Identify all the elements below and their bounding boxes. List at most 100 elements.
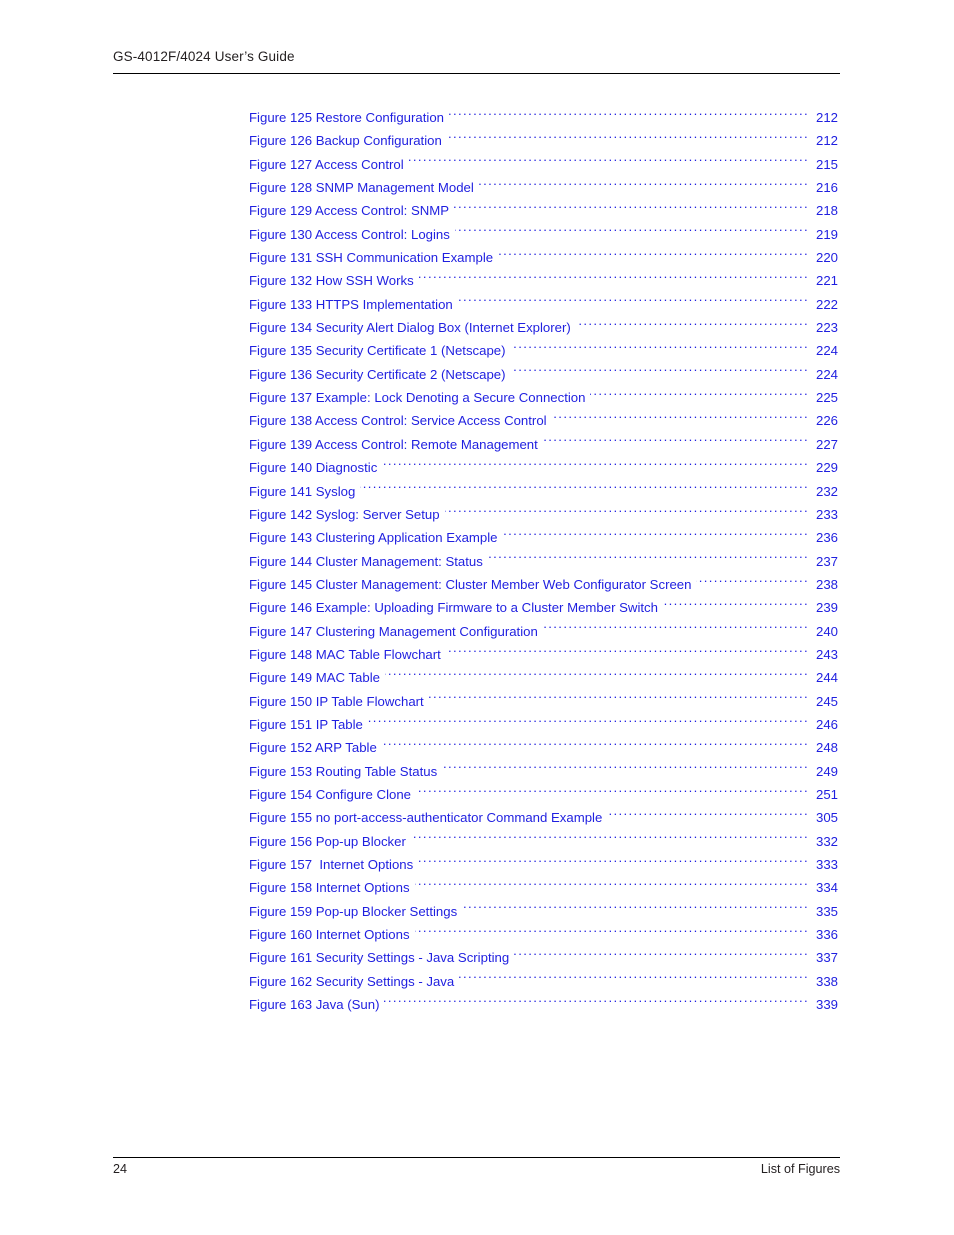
list-of-figures-entry[interactable]: Figure 153 Routing Table Status 249 [249,760,838,783]
list-of-figures-entry[interactable]: Figure 145 Cluster Management: Cluster M… [249,573,838,596]
list-of-figures-entry[interactable]: Figure 136 Security Certificate 2 (Netsc… [249,363,838,386]
figure-page-number: 223 [815,320,838,336]
figure-page-number: 338 [815,973,838,989]
dot-leader [459,973,809,986]
figure-page-number: 336 [815,927,838,943]
figure-caption-label: Figure 139 Access Control: Remote Manage… [249,436,538,452]
list-of-figures-entry[interactable]: Figure 126 Backup Configuration 212 [249,129,838,152]
figure-caption-label: Figure 135 Security Certificate 1 (Netsc… [249,343,506,359]
figure-page-number: 219 [815,226,838,242]
list-of-figures-entry[interactable]: Figure 132 How SSH Works 221 [249,269,838,292]
figure-page-number: 246 [815,716,838,732]
dot-leader [543,622,809,635]
figure-page-number: 249 [815,763,838,779]
list-of-figures-entry[interactable]: Figure 128 SNMP Management Model 216 [249,176,838,199]
list-of-figures-entry[interactable]: Figure 137 Example: Lock Denoting a Secu… [249,386,838,409]
dot-leader [446,646,809,659]
list-of-figures-entry[interactable]: Figure 139 Access Control: Remote Manage… [249,433,838,456]
figure-caption-label: Figure 127 Access Control [249,156,404,172]
dot-leader [576,319,809,332]
figure-caption-label: Figure 144 Cluster Management: Status [249,553,483,569]
figure-page-number: 233 [815,506,838,522]
figure-caption-label: Figure 128 SNMP Management Model [249,180,474,196]
figure-caption-label: Figure 150 IP Table Flowchart [249,693,424,709]
dot-leader [449,109,809,122]
dot-leader [368,716,809,729]
dot-leader [590,389,809,402]
list-of-figures-entry[interactable]: Figure 150 IP Table Flowchart 245 [249,690,838,713]
dot-leader [462,903,809,916]
figure-caption-label: Figure 158 Internet Options [249,880,410,896]
header-divider [113,73,840,74]
list-of-figures: Figure 125 Restore Configuration212Figur… [249,106,838,1016]
figure-page-number: 251 [815,786,838,802]
dot-leader [696,576,809,589]
figure-page-number: 337 [815,950,838,966]
dot-leader [503,529,809,542]
figure-caption-label: Figure 145 Cluster Management: Cluster M… [249,576,692,592]
figure-page-number: 212 [815,110,838,125]
list-of-figures-entry[interactable]: Figure 157 Internet Options 333 [249,853,838,876]
list-of-figures-entry[interactable]: Figure 154 Configure Clone 251 [249,783,838,806]
dot-leader [445,506,809,519]
footer-divider [113,1157,840,1158]
list-of-figures-entry[interactable]: Figure 129 Access Control: SNMP 218 [249,199,838,222]
figure-caption-label: Figure 133 HTTPS Implementation [249,296,453,312]
list-of-figures-entry[interactable]: Figure 155 no port-access-authenticator … [249,806,838,829]
figure-page-number: 335 [815,903,838,919]
list-of-figures-entry[interactable]: Figure 138 Access Control: Service Acces… [249,409,838,432]
list-of-figures-entry[interactable]: Figure 156 Pop-up Blocker 332 [249,830,838,853]
figure-page-number: 238 [815,576,838,592]
list-of-figures-entry[interactable]: Figure 134 Security Alert Dialog Box (In… [249,316,838,339]
figure-page-number: 212 [815,133,838,149]
figure-caption-label: Figure 153 Routing Table Status [249,763,438,779]
figure-page-number: 236 [815,530,838,546]
figure-caption-label: Figure 154 Configure Clone [249,786,412,802]
dot-leader [447,132,809,145]
figure-page-number: 227 [815,436,838,452]
list-of-figures-entry[interactable]: Figure 147 Clustering Management Configu… [249,620,838,643]
figure-caption-label: Figure 138 Access Control: Service Acces… [249,413,547,429]
figure-page-number: 332 [815,833,838,849]
figure-page-number: 243 [815,646,838,662]
footer-page-number: 24 [113,1162,128,1176]
list-of-figures-entry[interactable]: Figure 141 Syslog 232 [249,480,838,503]
list-of-figures-entry[interactable]: Figure 162 Security Settings - Java 338 [249,970,838,993]
running-footer: 24 List of Figures [113,1162,840,1176]
figure-caption-label: Figure 162 Security Settings - Java [249,973,455,989]
figure-page-number: 339 [815,997,838,1013]
figure-caption-label: Figure 137 Example: Lock Denoting a Secu… [249,390,586,406]
list-of-figures-entry[interactable]: Figure 140 Diagnostic 229 [249,456,838,479]
list-of-figures-entry[interactable]: Figure 148 MAC Table Flowchart 243 [249,643,838,666]
list-of-figures-entry[interactable]: Figure 127 Access Control 215 [249,153,838,176]
figure-caption-label: Figure 148 MAC Table Flowchart [249,646,441,662]
list-of-figures-entry[interactable]: Figure 143 Clustering Application Exampl… [249,526,838,549]
list-of-figures-entry[interactable]: Figure 163 Java (Sun) 339 [249,993,838,1016]
list-of-figures-entry[interactable]: Figure 131 SSH Communication Example 220 [249,246,838,269]
list-of-figures-entry[interactable]: Figure 146 Example: Uploading Firmware t… [249,596,838,619]
list-of-figures-entry[interactable]: Figure 151 IP Table 246 [249,713,838,736]
list-of-figures-entry[interactable]: Figure 152 ARP Table 248 [249,736,838,759]
list-of-figures-entry[interactable]: Figure 130 Access Control: Logins 219 [249,223,838,246]
list-of-figures-entry[interactable]: Figure 133 HTTPS Implementation 222 [249,293,838,316]
dot-leader [382,459,809,472]
figure-page-number: 237 [815,553,838,569]
list-of-figures-entry[interactable]: Figure 160 Internet Options 336 [249,923,838,946]
list-of-figures-entry[interactable]: Figure 161 Security Settings - Java Scri… [249,946,838,969]
list-of-figures-entry[interactable]: Figure 142 Syslog: Server Setup 233 [249,503,838,526]
figure-page-number: 244 [815,670,838,686]
figure-caption-label: Figure 130 Access Control: Logins [249,226,450,242]
figure-page-number: 216 [815,180,838,196]
list-of-figures-entry[interactable]: Figure 125 Restore Configuration 212 [249,106,838,129]
figure-caption-label: Figure 151 IP Table [249,716,363,732]
dot-leader [455,226,809,239]
list-of-figures-entry[interactable]: Figure 159 Pop-up Blocker Settings 335 [249,900,838,923]
dot-leader [418,856,809,869]
dot-leader [415,926,809,939]
list-of-figures-entry[interactable]: Figure 135 Security Certificate 1 (Netsc… [249,339,838,362]
dot-leader [479,179,809,192]
list-of-figures-entry[interactable]: Figure 144 Cluster Management: Status 237 [249,550,838,573]
figure-caption-label: Figure 131 SSH Communication Example [249,250,494,266]
list-of-figures-entry[interactable]: Figure 149 MAC Table 244 [249,666,838,689]
list-of-figures-entry[interactable]: Figure 158 Internet Options 334 [249,876,838,899]
